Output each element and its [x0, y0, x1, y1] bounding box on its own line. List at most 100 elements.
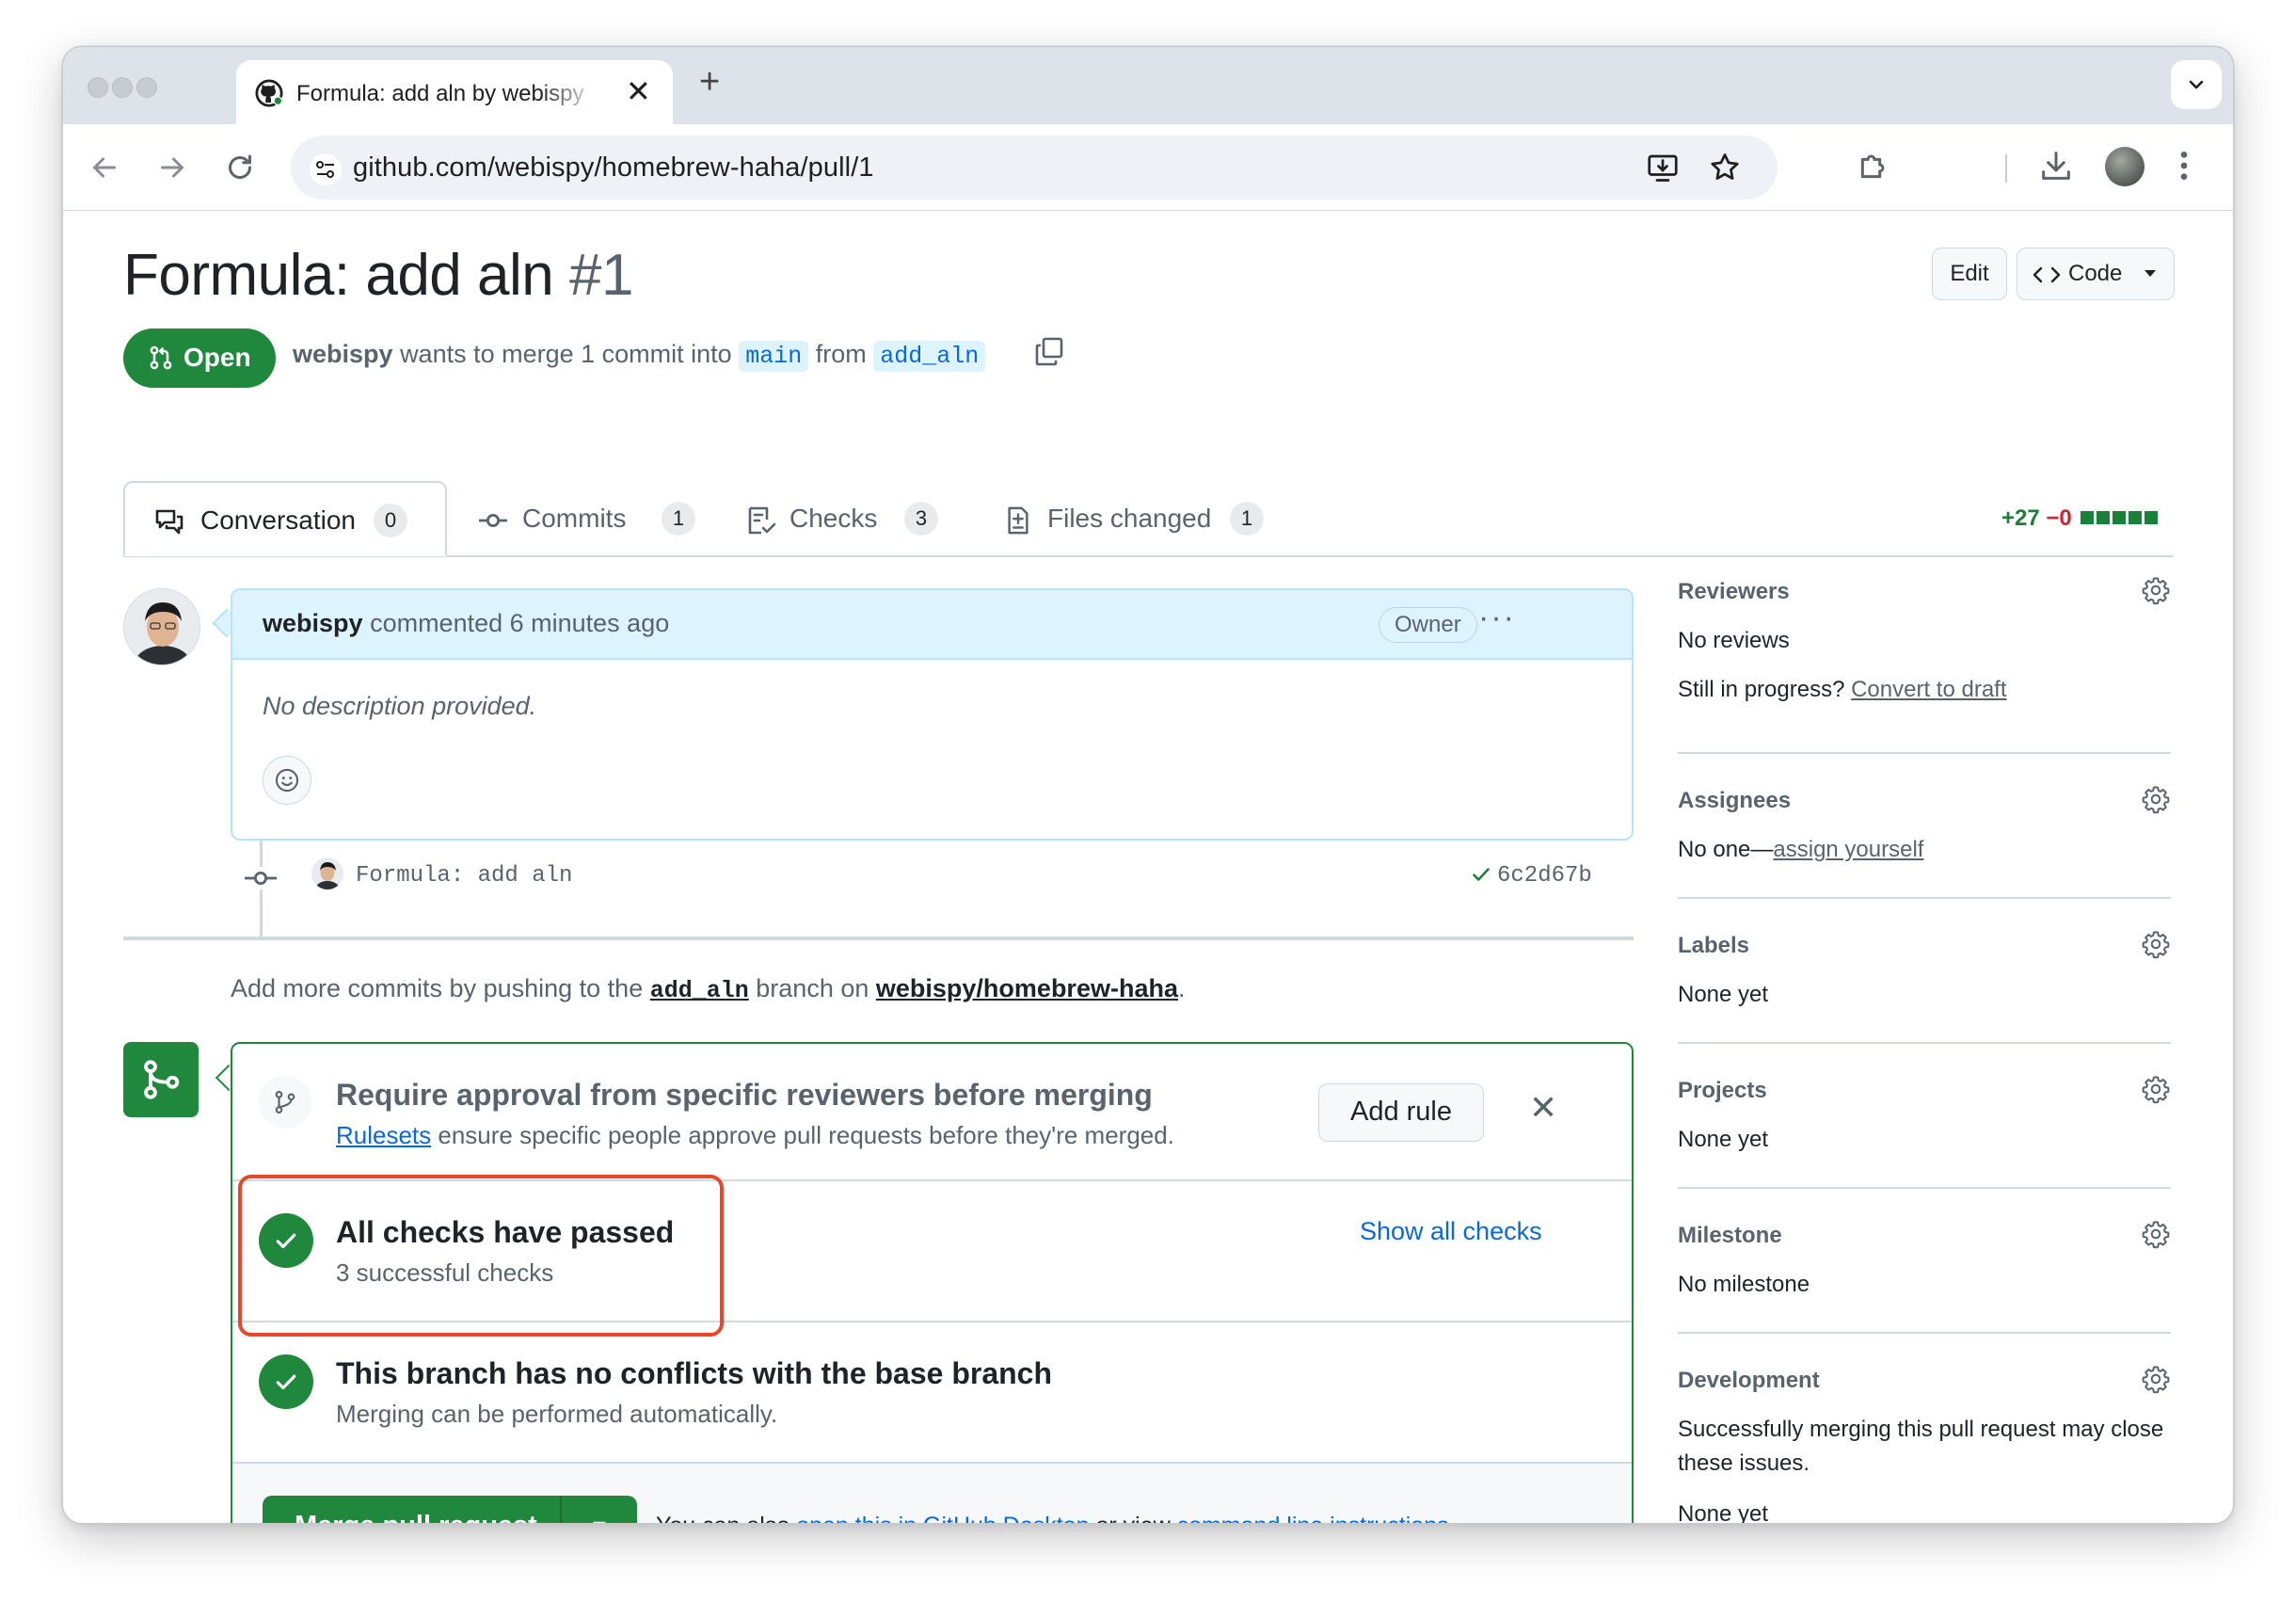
site-settings-button[interactable]: [310, 153, 342, 185]
commit-author-avatar[interactable]: [311, 857, 343, 889]
ruleset-desc-text: ensure specific people approve pull requ…: [438, 1121, 1174, 1149]
development-line1: Successfully merging this pull request m…: [1678, 1417, 2164, 1442]
reviewers-value: No reviews: [1678, 628, 1790, 653]
push-hint-suffix: .: [1177, 974, 1186, 1002]
base-branch[interactable]: main: [739, 341, 809, 372]
git-branch-icon: [275, 1091, 295, 1113]
conflicts-section: This branch has no conflicts with the ba…: [232, 1322, 1632, 1464]
show-all-checks-link[interactable]: Show all checks: [1360, 1217, 1542, 1246]
gear-icon[interactable]: [2141, 929, 2171, 959]
tab-conversation-count: 0: [374, 504, 407, 537]
ruleset-suggestion: Require approval from specific reviewers…: [232, 1044, 1632, 1181]
gear-icon[interactable]: [2141, 1074, 2171, 1104]
commit-sha-link[interactable]: 6c2d67b: [1497, 863, 1592, 889]
commit-message-link[interactable]: Formula: add aln: [356, 863, 572, 889]
sidebar-divider: [1678, 897, 2171, 899]
tab-strip: Formula: add aln by webispy ✕ +: [63, 47, 2233, 124]
comment-box: webispy commented 6 minutes ago Owner ··…: [231, 588, 1634, 841]
push-hint-repo-link[interactable]: webispy/homebrew-haha: [876, 974, 1178, 1002]
install-app-icon[interactable]: [1646, 151, 1680, 184]
tab-files-changed-label: Files changed: [1047, 504, 1212, 533]
person-avatar-icon: [124, 589, 199, 665]
kebab-horizontal-icon[interactable]: ···: [1478, 600, 1516, 636]
file-diff-icon: [1008, 506, 1028, 535]
add-reaction-button[interactable]: [263, 756, 311, 805]
copy-icon[interactable]: [1034, 336, 1064, 366]
open-in-desktop-link[interactable]: open this in GitHub Desktop: [796, 1513, 1089, 1523]
gear-icon[interactable]: [2141, 784, 2171, 814]
gear-icon[interactable]: [2141, 1219, 2171, 1249]
draft-question: Still in progress?: [1678, 677, 1845, 702]
rulesets-link[interactable]: Rulesets: [336, 1121, 431, 1149]
address-bar[interactable]: github.com/webispy/homebrew-haha/pull/1: [291, 136, 1778, 200]
ruleset-icon-wrap: [259, 1076, 311, 1129]
chevron-down-icon: [2189, 80, 2204, 89]
merge-alt-mid: or view: [1095, 1513, 1170, 1523]
github-favicon-icon: [255, 79, 283, 107]
new-tab-button[interactable]: +: [699, 64, 720, 100]
download-icon[interactable]: [2037, 147, 2075, 184]
bookmark-star-icon[interactable]: [1708, 151, 1742, 184]
back-arrow-icon[interactable]: [88, 151, 121, 184]
assign-yourself-link[interactable]: assign yourself: [1773, 837, 1923, 862]
merge-footer: Merge pull request You can also open thi…: [232, 1464, 1632, 1523]
comment-header: webispy commented 6 minutes ago Owner ··…: [232, 590, 1632, 660]
window-zoom-light[interactable]: [136, 77, 157, 98]
milestone-value: No milestone: [1678, 1272, 1810, 1297]
window-minimize-light[interactable]: [112, 77, 133, 98]
sidebar-divider: [1678, 1042, 2171, 1044]
merge-options-dropdown[interactable]: [560, 1496, 637, 1523]
git-merge-icon: [144, 1060, 180, 1099]
browser-tab-active[interactable]: Formula: add aln by webispy ✕: [236, 60, 673, 124]
check-icon[interactable]: [1471, 864, 1491, 885]
browser-toolbar: github.com/webispy/homebrew-haha/pull/1: [63, 124, 2233, 211]
tab-close-icon[interactable]: ✕: [626, 76, 651, 106]
development-value: None yet: [1678, 1501, 1769, 1523]
assignees-none: No one—: [1678, 837, 1774, 862]
conflicts-subtitle: Merging can be performed automatically.: [336, 1400, 778, 1428]
development-line2: these issues.: [1678, 1450, 1810, 1476]
code-button[interactable]: Code: [2017, 248, 2175, 300]
person-avatar-icon: [311, 857, 343, 889]
tab-checks[interactable]: Checks 3: [746, 481, 953, 556]
push-hint-middle: branch on: [756, 974, 869, 1002]
dismiss-icon[interactable]: ✕: [1529, 1091, 1557, 1125]
edit-button[interactable]: Edit: [1932, 248, 2007, 300]
merge-alt-suffix: .: [1449, 1513, 1456, 1523]
pr-title: Formula: add aln #1: [123, 242, 633, 309]
convert-to-draft-link[interactable]: Convert to draft: [1851, 677, 2006, 702]
add-rule-button[interactable]: Add rule: [1318, 1083, 1484, 1142]
ruleset-desc: Rulesets ensure specific people approve …: [336, 1121, 1174, 1150]
reviewers-heading: Reviewers: [1678, 579, 1790, 604]
tab-commits[interactable]: Commits 1: [477, 481, 703, 556]
caret-down-icon: [593, 1521, 606, 1523]
toolbar-divider: [2005, 154, 2007, 183]
tab-files-changed[interactable]: Files changed 1: [1004, 481, 1286, 556]
tab-title: Formula: add aln by webispy: [296, 81, 584, 106]
kebab-menu-icon[interactable]: [2175, 147, 2193, 184]
window-close-light[interactable]: [88, 77, 108, 98]
merge-pull-request-button[interactable]: Merge pull request: [263, 1496, 637, 1523]
checks-section: All checks have passed 3 successful chec…: [232, 1181, 1632, 1322]
ruleset-title: Require approval from specific reviewers…: [336, 1078, 1153, 1112]
pr-author-link[interactable]: webispy: [293, 340, 393, 368]
development-heading: Development: [1678, 1368, 1820, 1393]
forward-arrow-icon[interactable]: [155, 151, 189, 184]
browser-window: Formula: add aln by webispy ✕ + github.c…: [63, 47, 2233, 1523]
head-branch[interactable]: add_aln: [873, 341, 986, 372]
profile-avatar[interactable]: [2105, 147, 2145, 186]
url-text[interactable]: github.com/webispy/homebrew-haha/pull/1: [353, 152, 874, 184]
tab-search-button[interactable]: [2171, 60, 2222, 109]
comment-author-link[interactable]: webispy: [263, 609, 363, 637]
push-hint-branch[interactable]: add_aln: [650, 977, 749, 1004]
pr-state-badge: Open: [123, 328, 276, 388]
extensions-puzzle-icon[interactable]: [1855, 147, 1892, 184]
pr-title-text: Formula: add aln: [123, 243, 554, 308]
gear-icon[interactable]: [2141, 575, 2171, 605]
command-line-instructions-link[interactable]: command line instructions: [1177, 1513, 1449, 1523]
gear-icon[interactable]: [2141, 1364, 2171, 1394]
reload-icon[interactable]: [223, 151, 257, 184]
tab-conversation[interactable]: Conversation 0: [123, 481, 447, 556]
comment-author-avatar[interactable]: [123, 588, 200, 665]
comment-timestamp[interactable]: commented 6 minutes ago: [370, 609, 669, 637]
